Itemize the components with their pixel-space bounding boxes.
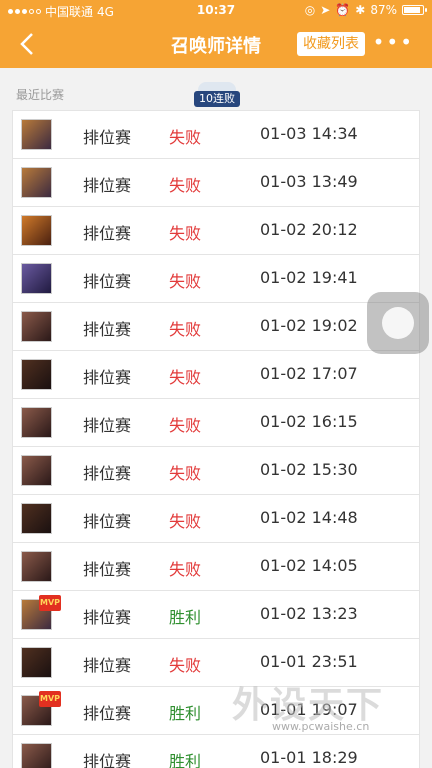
assistive-touch-icon (382, 307, 414, 339)
header-bar: 中国联通 4G 10:37 ◎ ➤ ⏰ ✱ 87% 召唤师详情 收藏列表 ••• (0, 0, 432, 68)
mvp-badge: MVP (39, 595, 61, 611)
match-result: 胜利 (169, 704, 202, 723)
battery-percent: 87% (370, 3, 397, 17)
match-result: 失败 (169, 464, 202, 483)
match-result: 胜利 (169, 608, 202, 627)
match-result: 失败 (169, 416, 202, 435)
match-mode: 排位赛 (83, 608, 132, 627)
match-datetime: 01-02 19:02 (260, 316, 358, 335)
match-list: 排位赛 失败 01-03 14:34 排位赛 失败 01-03 13:49 排位… (12, 110, 420, 768)
nav-bar: 召唤师详情 收藏列表 ••• (0, 22, 432, 68)
match-row[interactable]: MVP 排位赛 胜利 01-02 13:23 (12, 590, 420, 638)
match-datetime: 01-02 14:05 (260, 556, 358, 575)
champion-avatar (21, 647, 52, 678)
champion-avatar (21, 503, 52, 534)
match-datetime: 01-02 14:48 (260, 508, 358, 527)
match-row[interactable]: 排位赛 失败 01-03 14:34 (12, 110, 420, 158)
match-mode: 排位赛 (83, 752, 132, 768)
match-datetime: 01-01 23:51 (260, 652, 358, 671)
champion-avatar (21, 743, 52, 768)
match-datetime: 01-02 16:15 (260, 412, 358, 431)
match-row[interactable]: 排位赛 失败 01-02 16:15 (12, 398, 420, 446)
alarm-icon: ⏰ (335, 3, 351, 17)
match-row[interactable]: 排位赛 失败 01-02 17:07 (12, 350, 420, 398)
section-label-recent-matches: 最近比赛 (16, 88, 65, 102)
losing-streak-badge: 10连败 (194, 82, 240, 108)
match-datetime: 01-03 13:49 (260, 172, 358, 191)
match-result: 失败 (169, 128, 202, 147)
match-mode: 排位赛 (83, 224, 132, 243)
match-result: 胜利 (169, 752, 202, 768)
match-mode: 排位赛 (83, 320, 132, 339)
match-mode: 排位赛 (83, 416, 132, 435)
champion-avatar (21, 551, 52, 582)
match-result: 失败 (169, 320, 202, 339)
match-mode: 排位赛 (83, 704, 132, 723)
match-datetime: 01-02 17:07 (260, 364, 358, 383)
match-row[interactable]: 排位赛 失败 01-02 19:41 (12, 254, 420, 302)
favorites-list-button[interactable]: 收藏列表 (297, 32, 365, 56)
site-watermark: 外设天下 www.pcwaishe.cn (232, 676, 422, 736)
champion-avatar (21, 167, 52, 198)
match-mode: 排位赛 (83, 464, 132, 483)
champion-avatar (21, 359, 52, 390)
match-result: 失败 (169, 224, 202, 243)
champion-avatar (21, 215, 52, 246)
match-result: 失败 (169, 368, 202, 387)
match-mode: 排位赛 (83, 560, 132, 579)
more-dots-icon: ••• (372, 30, 414, 54)
match-row[interactable]: 排位赛 失败 01-02 20:12 (12, 206, 420, 254)
match-datetime: 01-02 13:23 (260, 604, 358, 623)
match-datetime: 01-02 20:12 (260, 220, 358, 239)
assistive-touch-button[interactable] (367, 292, 429, 354)
match-datetime: 01-02 19:41 (260, 268, 358, 287)
champion-avatar (21, 119, 52, 150)
status-right: ◎ ➤ ⏰ ✱ 87% (304, 3, 427, 17)
match-datetime: 01-01 18:29 (260, 748, 358, 767)
match-result: 失败 (169, 560, 202, 579)
lock-rotation-icon: ◎ (304, 3, 316, 17)
match-row[interactable]: 排位赛 胜利 01-01 18:29 (12, 734, 420, 768)
match-datetime: 01-03 14:34 (260, 124, 358, 143)
watermark-url: www.pcwaishe.cn (272, 720, 370, 733)
streak-text: 10连败 (194, 91, 240, 107)
more-button[interactable]: ••• (373, 32, 414, 52)
match-result: 失败 (169, 512, 202, 531)
match-mode: 排位赛 (83, 176, 132, 195)
champion-avatar (21, 455, 52, 486)
page-title: 召唤师详情 (171, 36, 261, 57)
match-mode: 排位赛 (83, 272, 132, 291)
champion-avatar (21, 263, 52, 294)
bluetooth-icon: ✱ (355, 3, 366, 17)
mvp-badge: MVP (39, 691, 61, 707)
match-row[interactable]: 排位赛 失败 01-02 19:02 (12, 302, 420, 350)
match-mode: 排位赛 (83, 656, 132, 675)
champion-avatar (21, 407, 52, 438)
match-result: 失败 (169, 272, 202, 291)
match-mode: 排位赛 (83, 368, 132, 387)
status-bar: 中国联通 4G 10:37 ◎ ➤ ⏰ ✱ 87% (0, 0, 432, 22)
match-mode: 排位赛 (83, 128, 132, 147)
champion-avatar (21, 311, 52, 342)
match-row[interactable]: 排位赛 失败 01-03 13:49 (12, 158, 420, 206)
match-row[interactable]: 排位赛 失败 01-02 14:05 (12, 542, 420, 590)
match-result: 失败 (169, 176, 202, 195)
match-row[interactable]: 排位赛 失败 01-02 15:30 (12, 446, 420, 494)
match-row[interactable]: 排位赛 失败 01-02 14:48 (12, 494, 420, 542)
match-mode: 排位赛 (83, 512, 132, 531)
match-result: 失败 (169, 656, 202, 675)
battery-icon (402, 5, 427, 15)
location-icon: ➤ (320, 3, 331, 17)
match-datetime: 01-02 15:30 (260, 460, 358, 479)
